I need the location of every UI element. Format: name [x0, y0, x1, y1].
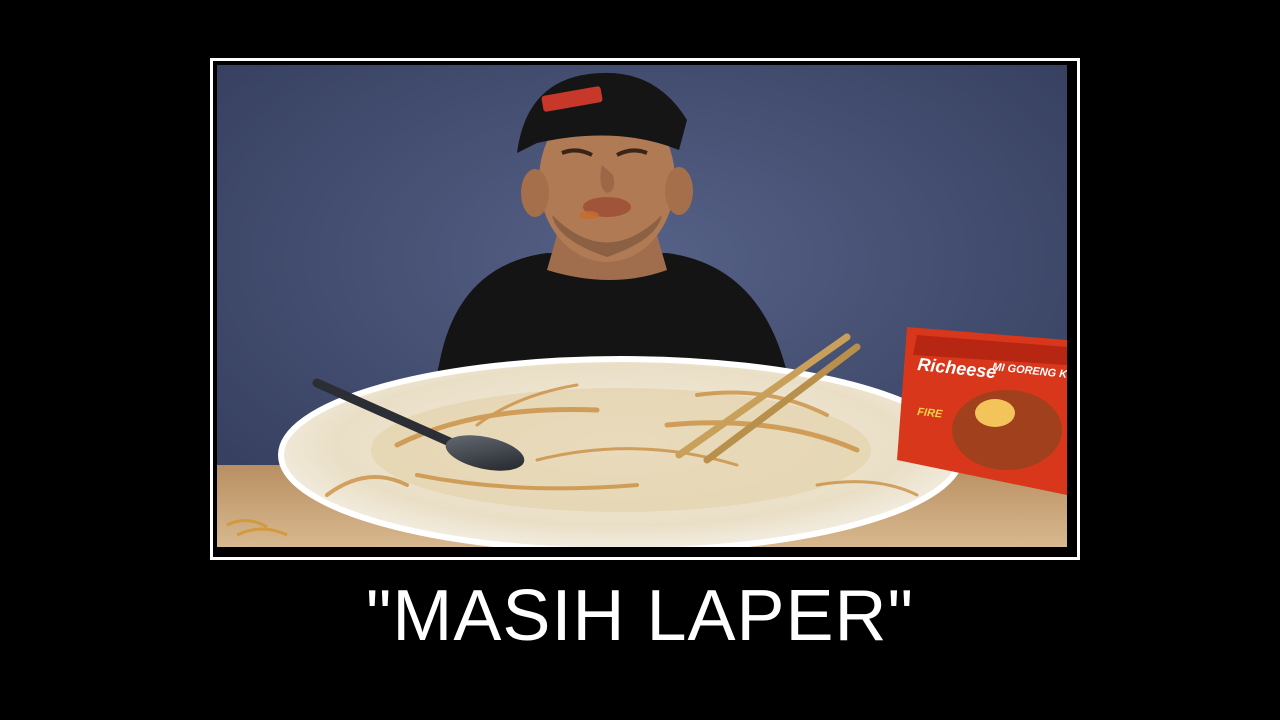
mukbang-photo: Richeese FIRE MI GORENG KEJU PEDAS	[217, 65, 1073, 553]
meme-caption: "MASIH LAPER"	[365, 576, 915, 656]
left-ear	[521, 169, 549, 217]
photo-illustration: Richeese FIRE MI GORENG KEJU PEDAS	[217, 65, 1067, 547]
meme-canvas: Richeese FIRE MI GORENG KEJU PEDAS "MASI…	[0, 0, 1280, 720]
right-ear	[665, 167, 693, 215]
sauce-on-chin	[579, 211, 599, 219]
photo-frame: Richeese FIRE MI GORENG KEJU PEDAS	[210, 58, 1080, 560]
